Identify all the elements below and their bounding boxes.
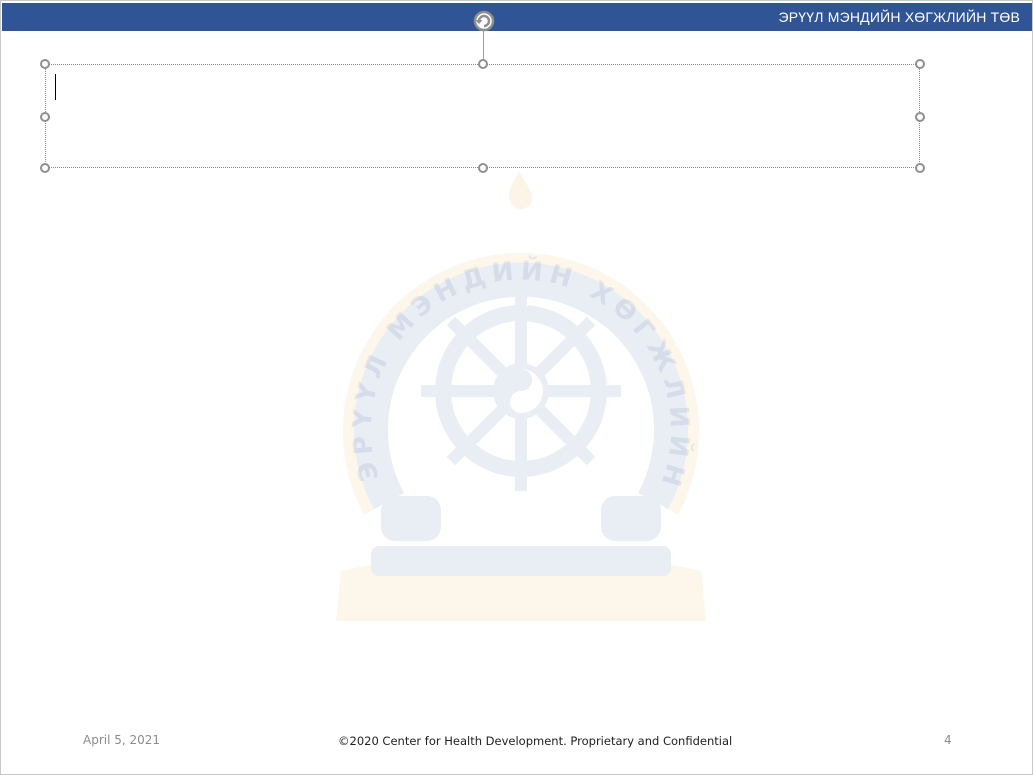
resize-handle-bottom-left[interactable] [40,163,50,173]
watermark-emblem: ЭРҮҮЛ МЭНДИЙН ХӨГЖЛИЙН ТӨВ [301,151,706,621]
text-cursor [55,74,56,100]
resize-handle-top[interactable] [478,59,488,69]
header-bar: ЭРҮҮЛ МЭНДИЙН ХӨГЖЛИЙН ТӨВ [2,3,1032,31]
title-textbox[interactable] [45,64,920,168]
resize-handle-left[interactable] [40,112,50,122]
rotate-handle-icon[interactable] [472,9,496,33]
footer-page-number: 4 [944,733,952,747]
resize-handle-bottom[interactable] [478,163,488,173]
header-title: ЭРҮҮЛ МЭНДИЙН ХӨГЖЛИЙН ТӨВ [778,9,1020,25]
flame-icon [508,171,533,209]
resize-handle-top-right[interactable] [915,59,925,69]
resize-handle-top-left[interactable] [40,59,50,69]
resize-handle-right[interactable] [915,112,925,122]
footer-copyright: ©2020 Center for Health Development. Pro… [338,734,733,748]
footer-date: April 5, 2021 [83,733,161,747]
dharma-wheel-icon [421,291,621,491]
resize-handle-bottom-right[interactable] [915,163,925,173]
slide-canvas[interactable]: ЭРҮҮЛ МЭНДИЙН ХӨГЖЛИЙН ТӨВ ЭРҮҮЛ МЭНДИЙН… [0,0,1033,775]
